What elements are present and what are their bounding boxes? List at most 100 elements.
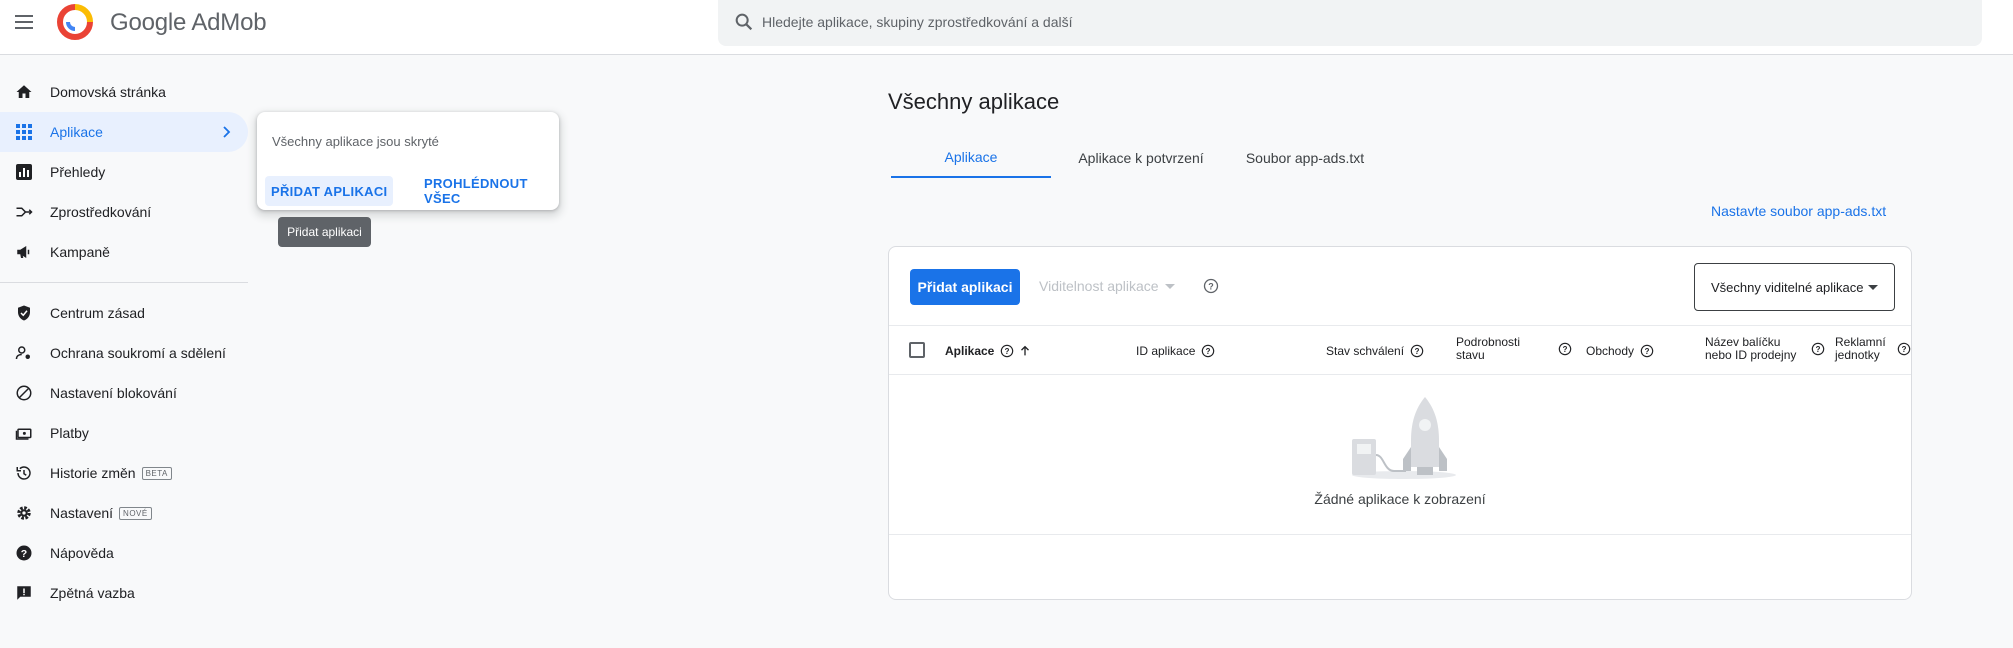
sidebar-item-label: Přehledy	[50, 164, 106, 180]
tab-app-ads-txt[interactable]: Soubor app-ads.txt	[1231, 138, 1379, 178]
main-menu-button[interactable]	[12, 10, 36, 34]
chevron-right-icon	[223, 126, 231, 138]
home-icon	[16, 85, 32, 98]
help-circle-icon[interactable]: ?	[1410, 344, 1424, 358]
sidebar-item-policy-center[interactable]: Centrum zásad	[0, 293, 248, 333]
table-divider	[889, 534, 1911, 535]
add-app-button[interactable]: Přidat aplikaci	[910, 269, 1020, 305]
sidebar-item-label: Aplikace	[50, 124, 103, 140]
column-label: Aplikace	[945, 343, 995, 358]
visibility-filter-select[interactable]: Všechny viditelné aplikace	[1694, 263, 1895, 311]
reports-chart-icon	[16, 164, 32, 180]
svg-text:?: ?	[1902, 345, 1907, 354]
sidebar-item-campaigns[interactable]: Kampaně	[0, 232, 248, 272]
column-label: ID aplikace	[1136, 343, 1196, 358]
apps-table-card: Přidat aplikaci Viditelnost aplikace ? V…	[888, 246, 1912, 600]
sidebar-item-label: Nápověda	[50, 545, 114, 561]
column-label: Stav schválení	[1326, 343, 1405, 358]
sidebar-item-blocking[interactable]: Nastavení blokování	[0, 373, 248, 413]
column-label: Obchody	[1586, 343, 1635, 358]
sidebar-item-label: Zprostředkování	[50, 204, 152, 220]
caret-down-icon	[1868, 285, 1878, 290]
help-circle-icon[interactable]: ?	[1000, 344, 1014, 358]
caret-down-icon	[1164, 283, 1175, 289]
hidden-apps-message: Všechny aplikace jsou skryté	[272, 134, 439, 149]
column-header-stores[interactable]: Obchody ?	[1586, 344, 1654, 358]
new-badge: NOVÉ	[119, 506, 152, 520]
sidebar-item-home[interactable]: Domovská stránka	[0, 72, 248, 112]
rocket-illustration-icon	[1352, 397, 1456, 479]
filter-value: Všechny viditelné aplikace	[1711, 279, 1864, 295]
column-header-package-name[interactable]: Název balíčku nebo ID prodejny ?	[1705, 336, 1825, 362]
sidebar-item-feedback[interactable]: Zpětná vazba	[0, 573, 248, 613]
svg-text:?: ?	[1816, 345, 1821, 354]
empty-state-text: Žádné aplikace k zobrazení	[1314, 491, 1486, 507]
brand-name: Google AdMob	[110, 9, 267, 36]
visibility-label: Viditelnost aplikace	[1039, 278, 1159, 294]
sidebar-item-label: Centrum zásad	[50, 305, 145, 321]
search-bar[interactable]	[718, 0, 1982, 46]
popup-add-app-button[interactable]: PŘIDAT APLIKACI	[265, 176, 394, 206]
sidebar-item-mediation[interactable]: Zprostředkování	[0, 192, 248, 232]
column-label: Reklamní jednotky	[1835, 335, 1886, 362]
top-app-bar: Google AdMob	[0, 0, 2013, 55]
sidebar-divider	[0, 282, 248, 283]
column-header-status-details[interactable]: Podrobnosti stavu ?	[1456, 336, 1572, 362]
sidebar-item-change-history[interactable]: Historie změn BETA	[0, 453, 248, 493]
person-privacy-icon	[15, 346, 30, 360]
sidebar-item-label: Nastavení blokování	[50, 385, 177, 401]
sidebar-nav: Domovská stránka Aplikace Přehledy Zpros…	[0, 56, 248, 613]
block-icon	[16, 385, 32, 401]
tab-apps[interactable]: Aplikace	[891, 138, 1051, 178]
help-icon: ?	[16, 545, 32, 561]
tab-apps-to-confirm[interactable]: Aplikace k potvrzení	[1061, 138, 1221, 178]
select-all-checkbox[interactable]	[909, 342, 925, 358]
column-header-approval-status[interactable]: Stav schválení ?	[1326, 344, 1424, 358]
sidebar-item-apps[interactable]: Aplikace	[0, 112, 248, 152]
help-circle-icon[interactable]: ?	[1203, 278, 1219, 294]
svg-text:?: ?	[1206, 347, 1211, 356]
help-circle-icon[interactable]: ?	[1811, 342, 1825, 356]
sidebar-item-label: Historie změn	[50, 465, 136, 481]
column-header-app-id[interactable]: ID aplikace ?	[1136, 344, 1215, 358]
search-input[interactable]	[762, 10, 1962, 34]
sidebar-item-payments[interactable]: Platby	[0, 413, 248, 453]
admob-logo-icon	[57, 4, 93, 40]
sidebar-item-label: Nastavení	[50, 505, 114, 521]
page-title: Všechny aplikace	[888, 89, 1060, 114]
sidebar-item-reports[interactable]: Přehledy	[0, 152, 248, 192]
column-label: Podrobnosti stavu	[1456, 335, 1521, 362]
svg-text:?: ?	[21, 548, 27, 560]
megaphone-icon	[17, 246, 30, 258]
sidebar-item-settings[interactable]: Nastavení NOVÉ	[0, 493, 248, 533]
add-app-tooltip: Přidat aplikaci	[278, 217, 371, 247]
mediation-merge-icon	[16, 207, 33, 217]
setup-app-ads-link[interactable]: Nastavte soubor app-ads.txt	[1711, 203, 1886, 219]
help-circle-icon[interactable]: ?	[1640, 344, 1654, 358]
gear-icon	[17, 506, 31, 520]
shield-check-icon	[18, 305, 30, 321]
search-icon	[735, 13, 753, 31]
sidebar-item-help[interactable]: ? Nápověda	[0, 533, 248, 573]
svg-text:?: ?	[1208, 282, 1214, 292]
apps-flyout-menu: Všechny aplikace jsou skryté PŘIDAT APLI…	[257, 112, 559, 210]
sidebar-item-label: Ochrana soukromí a sdělení	[50, 345, 226, 361]
apps-grid-icon	[16, 124, 32, 140]
column-header-app[interactable]: Aplikace ?	[945, 344, 1032, 358]
popup-view-all-button[interactable]: PROHLÉDNOUT VŠEC	[418, 176, 559, 206]
sort-arrow-up-icon[interactable]	[1018, 344, 1032, 358]
visibility-dropdown[interactable]: Viditelnost aplikace	[1039, 278, 1175, 294]
table-header: Aplikace ? ID aplikace ? Stav schválení …	[889, 325, 1911, 375]
help-circle-icon[interactable]: ?	[1201, 344, 1215, 358]
svg-text:?: ?	[1005, 347, 1010, 356]
sidebar-item-label: Kampaně	[50, 244, 110, 260]
sidebar-item-privacy[interactable]: Ochrana soukromí a sdělení	[0, 333, 248, 373]
sidebar-item-label: Platby	[50, 425, 89, 441]
column-header-ad-units[interactable]: Reklamní jednotky ?	[1835, 336, 1911, 362]
svg-text:?: ?	[1415, 347, 1420, 356]
help-circle-icon[interactable]: ?	[1558, 342, 1572, 356]
sidebar-item-label: Zpětná vazba	[50, 585, 135, 601]
help-circle-icon[interactable]: ?	[1897, 342, 1911, 356]
payments-icon	[15, 428, 32, 440]
svg-text:?: ?	[1645, 347, 1650, 356]
